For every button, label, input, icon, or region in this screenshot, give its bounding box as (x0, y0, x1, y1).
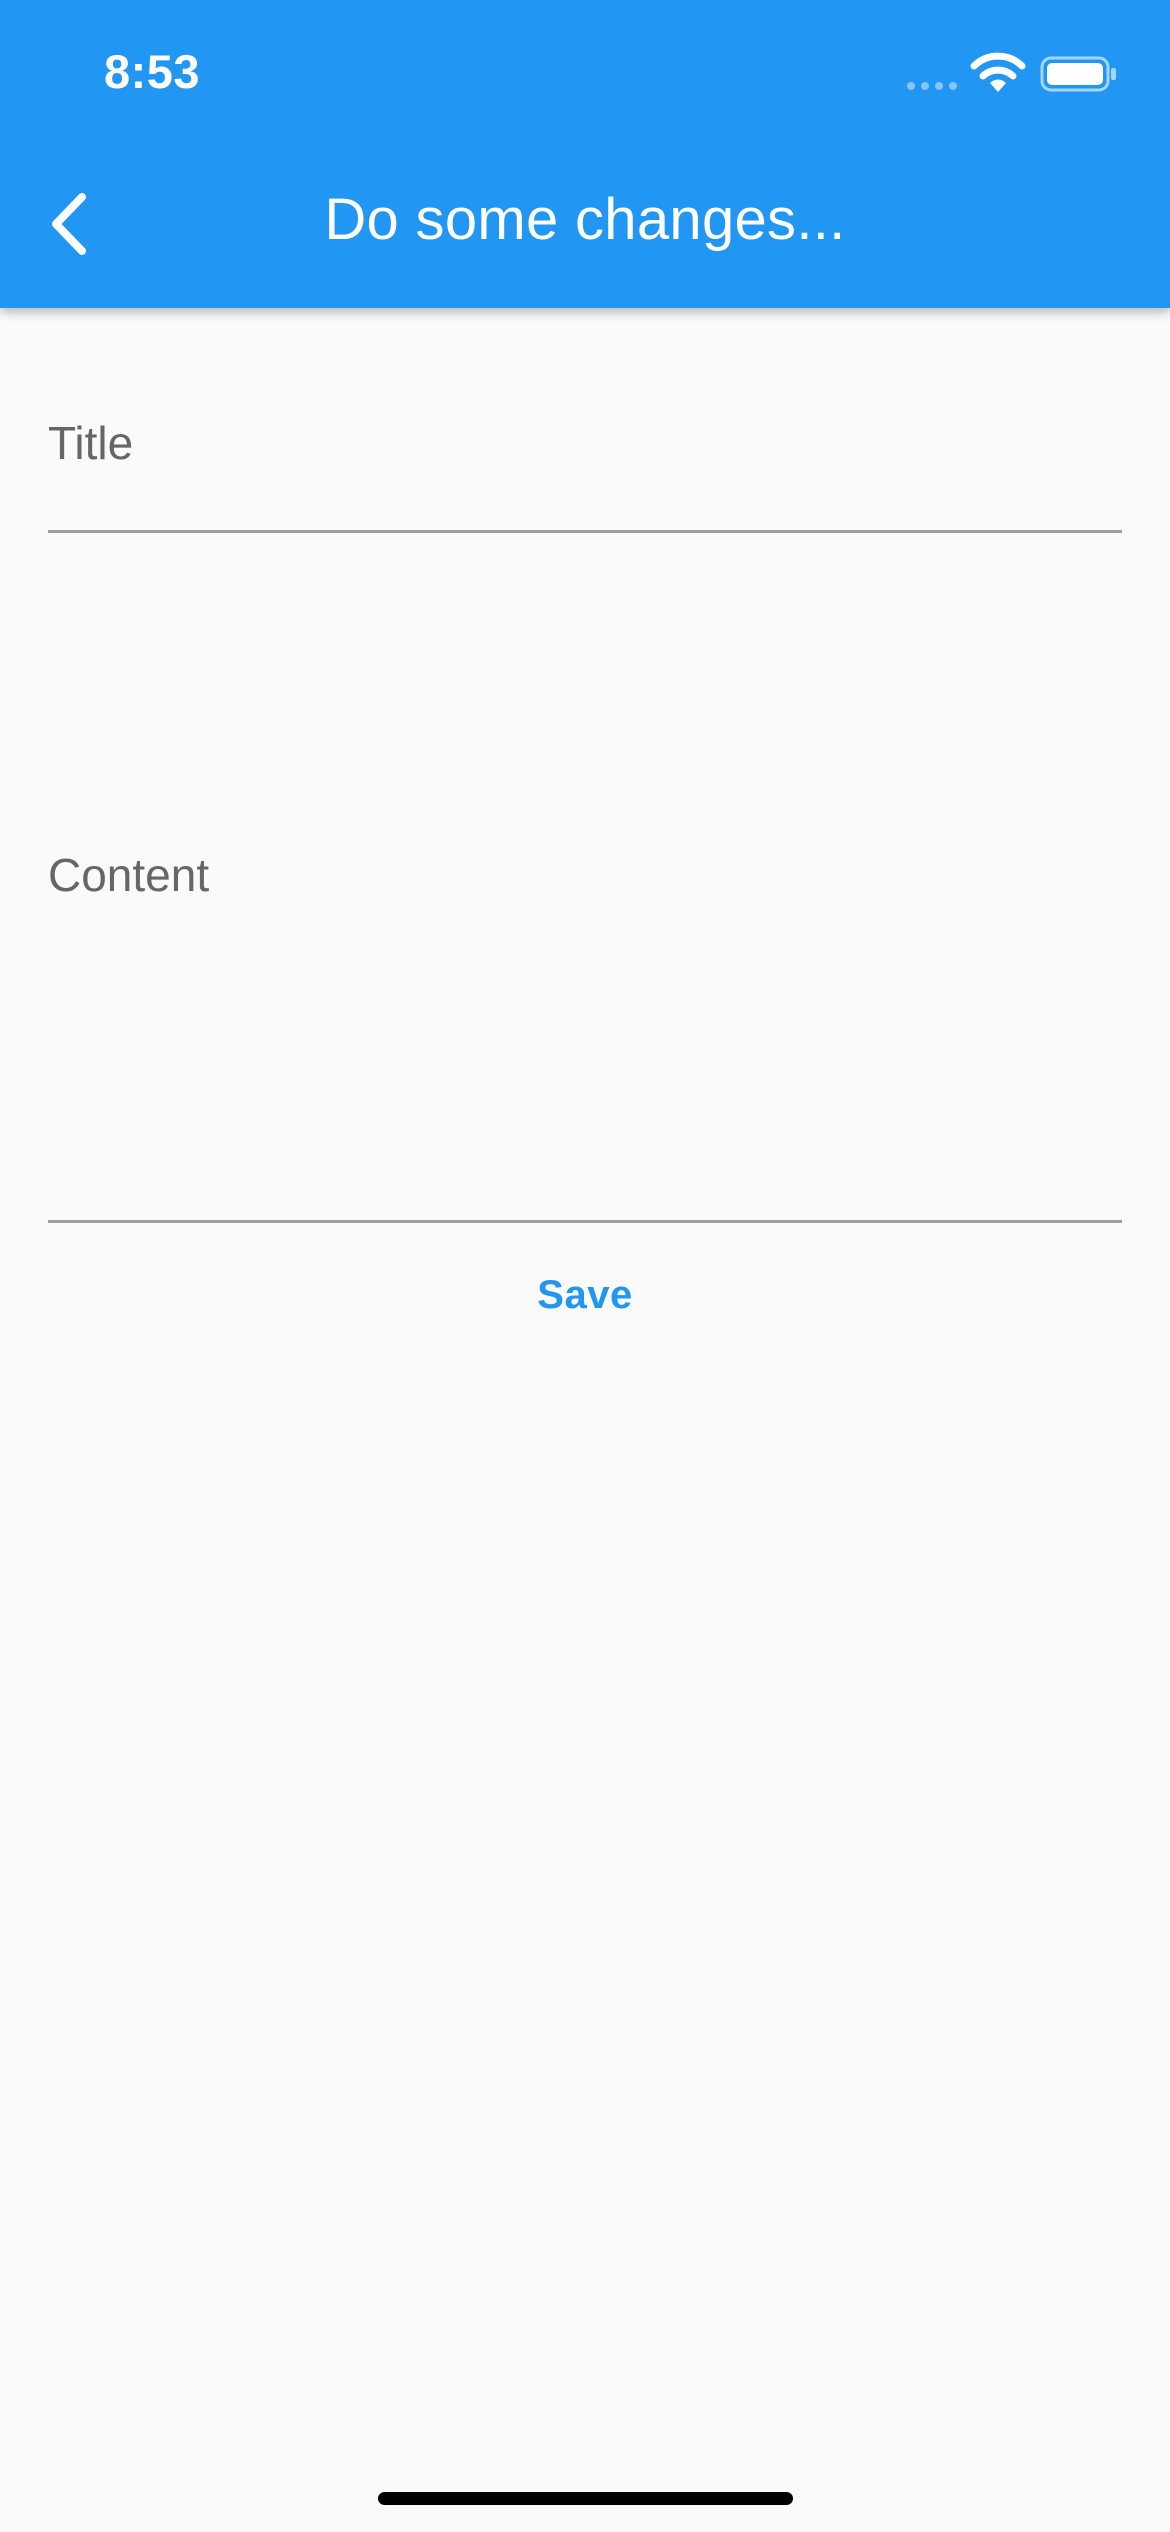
title-field-label: Title (48, 417, 134, 469)
title-field-underline (48, 530, 1122, 533)
content-field-underline (48, 1220, 1122, 1223)
edit-note-screen: 8:53 Do some changes... Title Content Sa… (0, 0, 1170, 2532)
title-input[interactable]: Title (48, 400, 1122, 535)
wifi-icon (970, 52, 1026, 92)
save-button[interactable]: Save (485, 1255, 685, 1335)
status-time: 8:53 (104, 45, 201, 98)
battery-icon (1040, 56, 1116, 92)
content-input[interactable]: Content (48, 830, 1122, 1225)
home-indicator[interactable] (378, 2492, 793, 2505)
content-field-label: Content (48, 849, 210, 901)
cellular-signal-icon (907, 82, 957, 90)
page-title: Do some changes... (324, 187, 846, 252)
app-bar: 8:53 Do some changes... (0, 0, 1170, 308)
